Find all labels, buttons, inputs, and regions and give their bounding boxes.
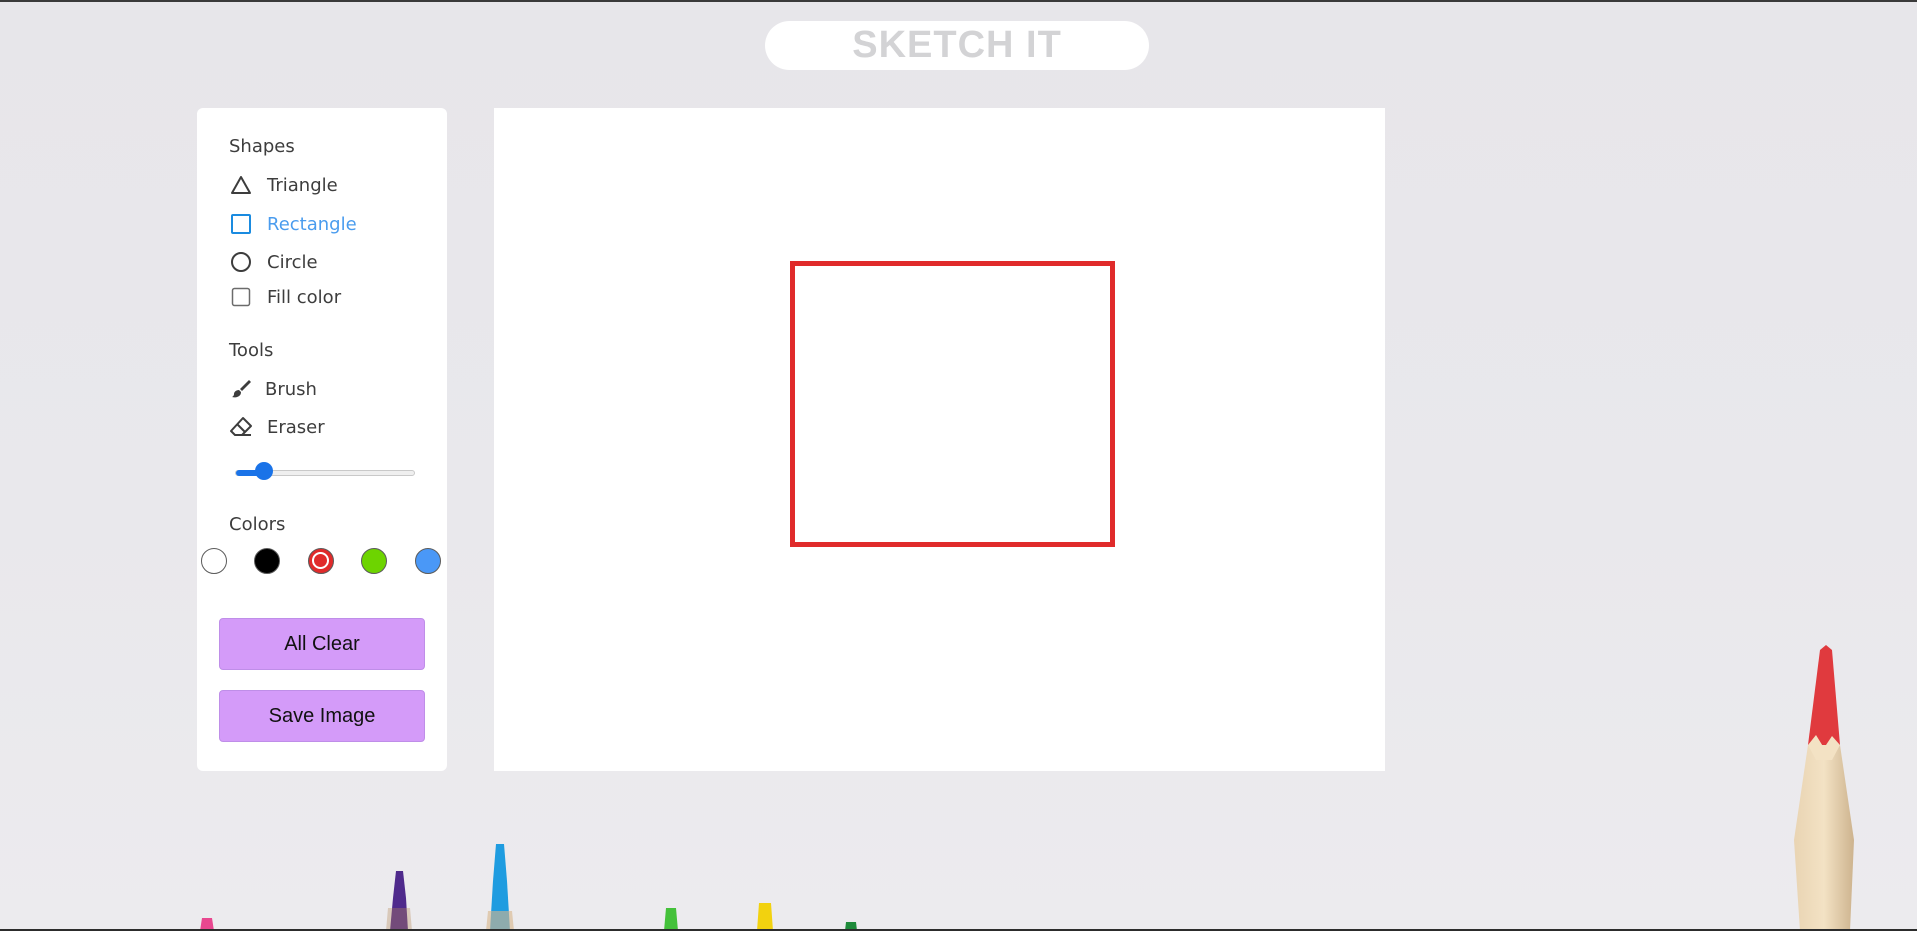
brush-icon [229, 377, 253, 401]
color-swatch-3[interactable] [308, 548, 334, 574]
red-pencil [1794, 645, 1854, 931]
toolbox-panel: Shapes Triangle Rectangle Circle Fill co… [197, 108, 447, 771]
shape-label-rectangle: Rectangle [267, 213, 357, 235]
color-swatch-1[interactable] [201, 548, 227, 574]
shapes-heading: Shapes [229, 136, 295, 157]
colors-heading: Colors [229, 514, 286, 535]
fill-color-label: Fill color [267, 286, 342, 308]
color-swatch-2[interactable] [254, 548, 280, 574]
save-image-button[interactable]: Save Image [219, 690, 425, 742]
circle-icon [229, 250, 253, 274]
shape-label-triangle: Triangle [267, 174, 338, 196]
yellow-pencil-tip [757, 903, 773, 931]
tool-option-eraser[interactable]: Eraser [229, 414, 325, 440]
all-clear-button[interactable]: All Clear [219, 618, 425, 670]
shape-label-circle: Circle [267, 251, 318, 273]
tool-option-brush[interactable]: Brush [229, 376, 317, 402]
purple-pencil-tip [386, 871, 412, 931]
triangle-icon [229, 173, 253, 197]
app-header: SKETCH IT [765, 21, 1149, 70]
square-icon [229, 212, 253, 236]
shape-option-rectangle[interactable]: Rectangle [229, 211, 357, 237]
tools-heading: Tools [229, 340, 274, 361]
fill-color-checkbox[interactable] [229, 285, 253, 309]
tool-label-brush: Brush [265, 378, 317, 400]
drawn-rectangle [790, 261, 1115, 547]
app-title: SKETCH IT [852, 24, 1062, 66]
eraser-icon [229, 415, 253, 439]
shape-option-triangle[interactable]: Triangle [229, 172, 338, 198]
brush-size-thumb[interactable] [255, 462, 273, 480]
blue-pencil-tip [486, 844, 514, 931]
drawing-canvas[interactable] [494, 108, 1385, 771]
top-border [0, 0, 1917, 2]
green-pencil-tip [664, 908, 678, 931]
tool-label-eraser: Eraser [267, 416, 325, 438]
shape-option-circle[interactable]: Circle [229, 249, 318, 275]
color-swatch-5[interactable] [415, 548, 441, 574]
fill-color-option[interactable]: Fill color [229, 284, 341, 310]
color-swatch-4[interactable] [361, 548, 387, 574]
